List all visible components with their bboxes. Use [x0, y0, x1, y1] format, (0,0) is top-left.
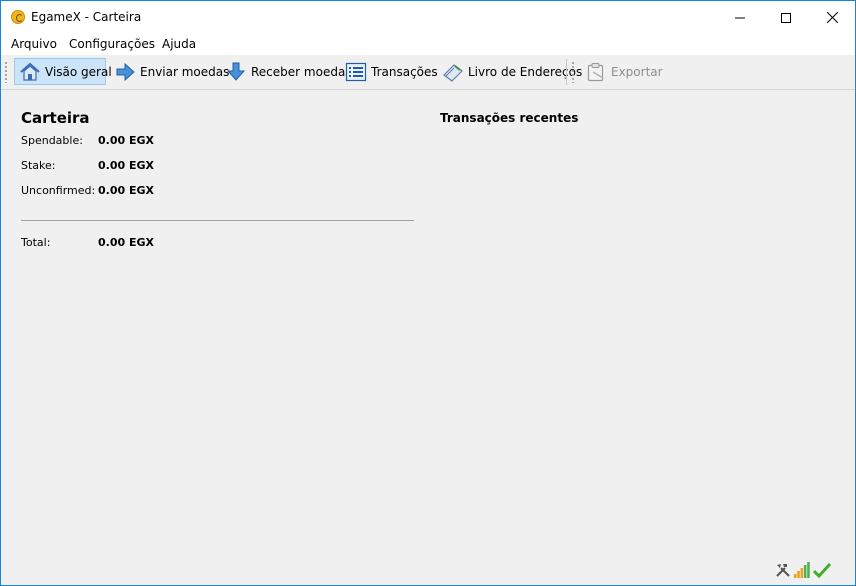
toolbar-grip-2[interactable] [572, 61, 574, 83]
close-button[interactable] [809, 1, 855, 34]
transactions-label: Transações [371, 64, 438, 79]
menu-bar: Arquivo Configurações Ajuda [1, 34, 855, 55]
receive-coins-button[interactable]: Receber moedas [221, 58, 356, 85]
recent-transactions-title: Transações recentes [440, 111, 579, 125]
app-window: EgameX - Carteira Arquivo Configurações … [0, 0, 856, 586]
synced-check-icon[interactable] [813, 562, 831, 578]
home-icon [20, 62, 40, 81]
overview-page: Carteira Spendable: 0.00 EGX Stake: 0.00… [1, 90, 855, 585]
transactions-button[interactable]: Transações [341, 58, 442, 85]
total-value: 0.00 EGX [98, 236, 154, 249]
close-icon [826, 12, 838, 23]
tools-icon[interactable] [775, 562, 791, 578]
send-coins-label: Enviar moedas [140, 64, 230, 79]
window-title: EgameX - Carteira [31, 10, 142, 24]
minimize-icon [735, 17, 745, 18]
stake-label: Stake: [21, 159, 56, 172]
clipboard-icon [587, 62, 604, 81]
status-bar-icons [775, 560, 831, 578]
spendable-label: Spendable: [21, 134, 83, 147]
signal-bars-icon[interactable] [794, 562, 810, 578]
arrow-down-icon [226, 62, 246, 81]
send-coins-button[interactable]: Enviar moedas [110, 58, 233, 85]
unconfirmed-value: 0.00 EGX [98, 184, 154, 197]
toolbar-grip[interactable] [5, 61, 7, 83]
main-toolbar: Visão geral Enviar moedas Receber moedas… [1, 55, 855, 90]
title-bar[interactable]: EgameX - Carteira [1, 1, 855, 34]
maximize-icon [781, 12, 791, 23]
address-book-icon [443, 63, 463, 82]
unconfirmed-label: Unconfirmed: [21, 184, 96, 197]
total-label: Total: [21, 236, 51, 249]
export-button[interactable]: Exportar [581, 58, 667, 85]
address-book-button[interactable]: Livro de Endereços [438, 58, 586, 85]
menu-arquivo[interactable]: Arquivo [11, 37, 57, 51]
list-icon [345, 62, 367, 81]
stake-value: 0.00 EGX [98, 159, 154, 172]
maximize-button[interactable] [763, 1, 809, 34]
export-label: Exportar [611, 64, 663, 79]
arrow-right-icon [116, 62, 135, 81]
receive-coins-label: Receber moedas [251, 64, 352, 79]
app-logo-icon [11, 10, 25, 24]
menu-ajuda[interactable]: Ajuda [162, 37, 196, 51]
wallet-title: Carteira [21, 109, 90, 127]
menu-configuracoes[interactable]: Configurações [69, 37, 155, 51]
toolbar-separator [566, 59, 567, 85]
overview-label: Visão geral [45, 64, 112, 79]
balance-divider [21, 220, 414, 221]
overview-button[interactable]: Visão geral [14, 58, 112, 85]
spendable-value: 0.00 EGX [98, 134, 154, 147]
minimize-button[interactable] [717, 1, 763, 34]
